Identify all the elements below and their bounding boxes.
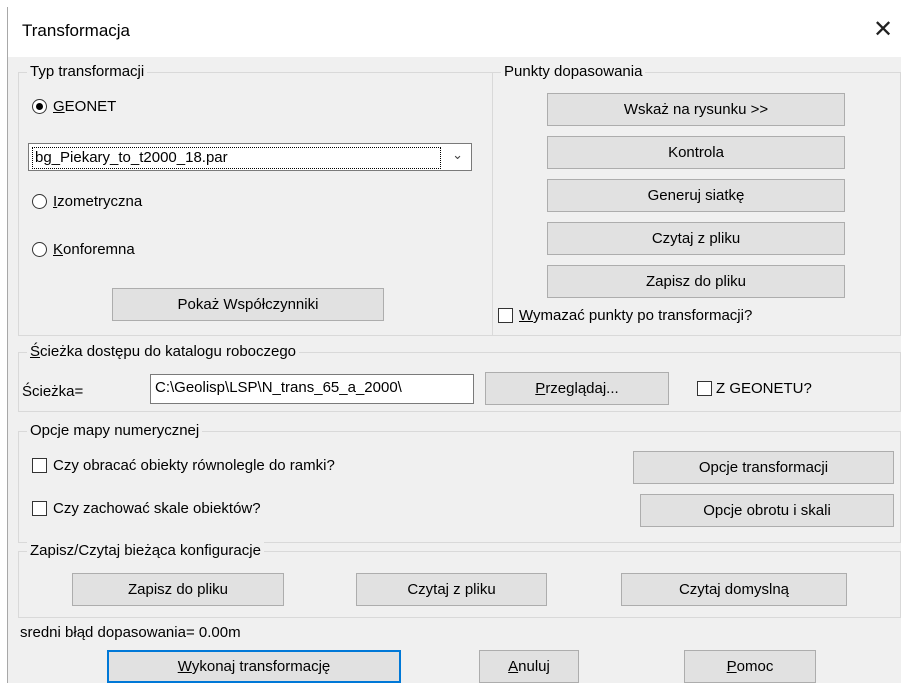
pokaz-wspolczynniki-button[interactable]: Pokaż Współczynniki — [112, 288, 384, 321]
zachowac-checkbox[interactable] — [32, 501, 47, 516]
kontrola-button[interactable]: Kontrola — [547, 136, 845, 169]
obracac-label[interactable]: Czy obracać obiekty równolegle do ramki? — [53, 457, 335, 474]
konfiguracja-legend: Zapisz/Czytaj bieżąca konfiguracje — [27, 542, 264, 559]
opcje-transformacji-button[interactable]: Opcje transformacji — [633, 451, 894, 484]
sciezka-input[interactable]: C:\Geolisp\LSP\N_trans_65_a_2000\ — [150, 374, 474, 404]
pomoc-button[interactable]: Pomoc — [684, 650, 816, 683]
close-icon[interactable]: ✕ — [870, 17, 896, 43]
transformacja-dialog: Transformacja ✕ Typ transformacji GEONET… — [7, 7, 901, 683]
window-title: Transformacja — [22, 21, 131, 40]
przegladaj-button[interactable]: Przeglądaj... — [485, 372, 669, 405]
izometryczna-label[interactable]: Izometryczna — [53, 193, 142, 210]
konfig-domyslna-button[interactable]: Czytaj domyslną — [621, 573, 847, 606]
konfig-zapisz-button[interactable]: Zapisz do pliku — [72, 573, 284, 606]
konforemna-label[interactable]: Konforemna — [53, 241, 135, 258]
czytaj-z-pliku-button[interactable]: Czytaj z pliku — [547, 222, 845, 255]
zachowac-label[interactable]: Czy zachować skale obiektów? — [53, 500, 261, 517]
chevron-down-icon: ⌄ — [452, 147, 463, 162]
opcje-mapy-legend: Opcje mapy numerycznej — [27, 422, 203, 439]
wskaz-na-rysunku-button[interactable]: Wskaż na rysunku >> — [547, 93, 845, 126]
geonet-radio[interactable] — [32, 99, 47, 114]
wymazac-label[interactable]: Wymazać punkty po transformacji? — [519, 307, 752, 324]
z-geonetu-label[interactable]: Z GEONETU? — [716, 380, 812, 397]
geonet-label[interactable]: GEONET — [53, 98, 116, 115]
parameter-file-dropdown[interactable]: bg_Piekary_to_t2000_18.par ⌄ — [28, 143, 472, 171]
sredni-blad-status: sredni błąd dopasowania= 0.00m — [20, 624, 241, 641]
generuj-siatke-button[interactable]: Generuj siatkę — [547, 179, 845, 212]
sciezka-legend: Ścieżka dostępu do katalogu roboczego — [27, 343, 300, 360]
typ-transformacji-legend: Typ transformacji — [27, 63, 148, 80]
zapisz-do-pliku-button[interactable]: Zapisz do pliku — [547, 265, 845, 298]
konfig-czytaj-button[interactable]: Czytaj z pliku — [356, 573, 547, 606]
punkty-dopasowania-legend: Punkty dopasowania — [501, 63, 646, 80]
z-geonetu-checkbox[interactable] — [697, 381, 712, 396]
sciezka-label: Ścieżka= — [22, 383, 84, 400]
wymazac-checkbox[interactable] — [498, 308, 513, 323]
anuluj-button[interactable]: Anuluj — [479, 650, 579, 683]
title-bar: Transformacja ✕ — [8, 7, 901, 57]
obracac-checkbox[interactable] — [32, 458, 47, 473]
opcje-obrotu-button[interactable]: Opcje obrotu i skali — [640, 494, 894, 527]
dropdown-value: bg_Piekary_to_t2000_18.par — [32, 147, 441, 169]
wykonaj-transformacje-button[interactable]: Wykonaj transformację — [107, 650, 401, 683]
izometryczna-radio[interactable] — [32, 194, 47, 209]
konforemna-radio[interactable] — [32, 242, 47, 257]
